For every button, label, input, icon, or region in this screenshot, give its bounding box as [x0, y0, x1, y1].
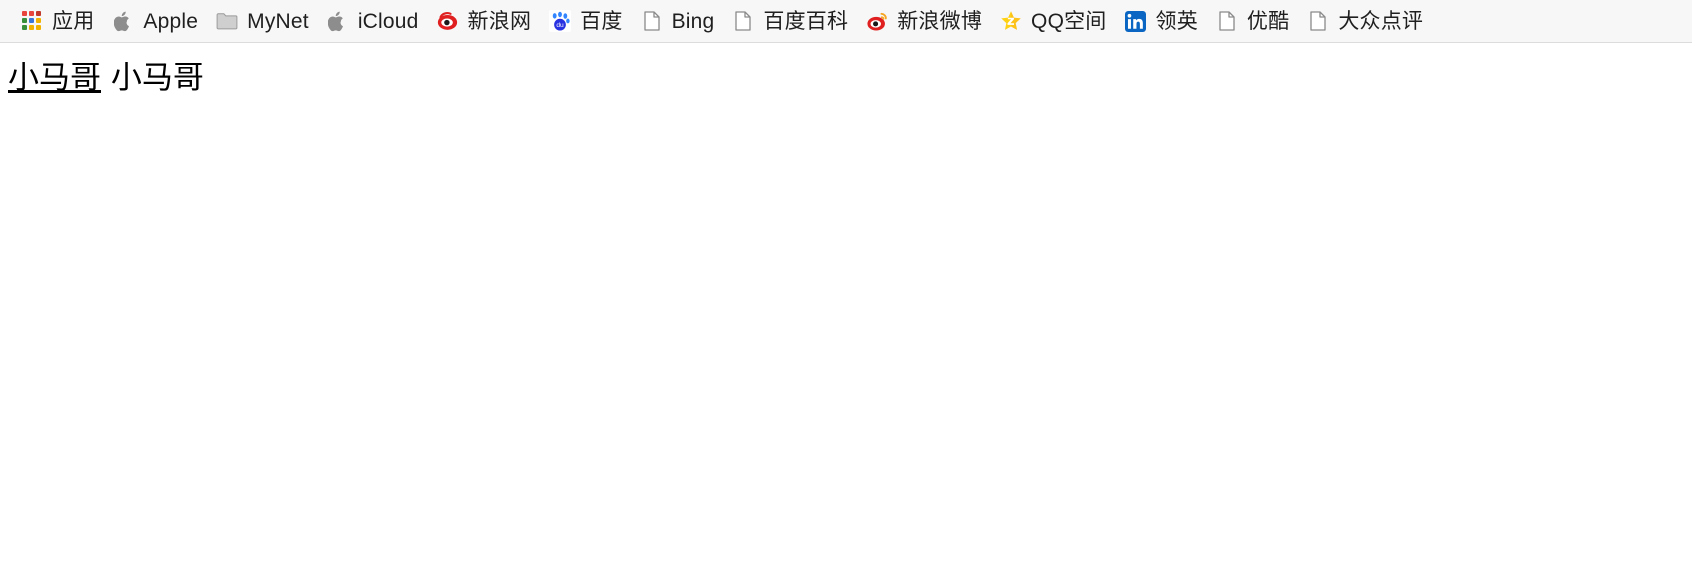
page-document-icon [641, 10, 663, 32]
page-document-icon [1216, 10, 1238, 32]
bookmark-item-sina[interactable]: 新浪网 [428, 5, 541, 37]
folder-icon [216, 10, 238, 32]
bookmarks-bar: 应用 Apple MyNet iCloud 新浪网 du 百度 Bing 百度百… [0, 0, 1692, 43]
bookmark-label: Apple [143, 9, 199, 33]
bookmark-label: QQ空间 [1031, 9, 1107, 33]
bookmark-item-linkedin[interactable]: 领英 [1116, 5, 1207, 37]
qzone-star-icon [1000, 10, 1022, 32]
bookmark-label: 新浪网 [467, 9, 532, 33]
bookmark-label: 新浪微博 [897, 9, 983, 33]
page-document-icon [732, 10, 754, 32]
linkedin-icon [1125, 10, 1147, 32]
bookmark-item-apps[interactable]: 应用 [12, 5, 103, 37]
weibo-eye-icon [866, 10, 888, 32]
bookmark-item-bing[interactable]: Bing [632, 5, 724, 37]
xiaomage-text: 小马哥 [110, 60, 204, 96]
apple-logo-icon [112, 10, 134, 32]
page-document-icon [1307, 10, 1329, 32]
baidu-paw-icon: du [549, 10, 572, 32]
bookmark-item-icloud[interactable]: iCloud [318, 5, 428, 37]
bookmark-item-baike[interactable]: 百度百科 [723, 5, 857, 37]
svg-text:du: du [556, 22, 564, 29]
bookmark-item-apple[interactable]: Apple [103, 5, 207, 37]
apple-logo-icon [327, 10, 349, 32]
bookmark-item-weibo[interactable]: 新浪微博 [857, 5, 991, 37]
bookmark-label: 百度 [580, 9, 623, 33]
content-separator [101, 60, 111, 96]
bookmark-label: 百度百科 [763, 9, 849, 33]
bookmark-label: iCloud [357, 9, 419, 33]
bookmark-label: 应用 [52, 9, 95, 33]
bookmark-label: 大众点评 [1338, 9, 1424, 33]
content-line: 小马哥 小马哥 [8, 59, 1684, 98]
page-content: 小马哥 小马哥 [0, 43, 1692, 574]
bookmark-label: Bing [671, 9, 715, 33]
sina-eye-icon [437, 10, 459, 32]
bookmark-label: 领英 [1155, 9, 1198, 33]
bookmark-item-mynet[interactable]: MyNet [207, 5, 318, 37]
xiaomage-link[interactable]: 小马哥 [8, 60, 101, 96]
bookmark-label: 优酷 [1246, 9, 1290, 33]
bookmark-item-qzone[interactable]: QQ空间 [991, 5, 1115, 37]
bookmark-item-youku[interactable]: 优酷 [1207, 5, 1298, 37]
bookmark-label: MyNet [247, 9, 309, 33]
bookmark-item-dianping[interactable]: 大众点评 [1298, 5, 1432, 37]
bookmark-item-baidu[interactable]: du 百度 [540, 5, 631, 37]
apps-grid-icon [21, 10, 43, 32]
